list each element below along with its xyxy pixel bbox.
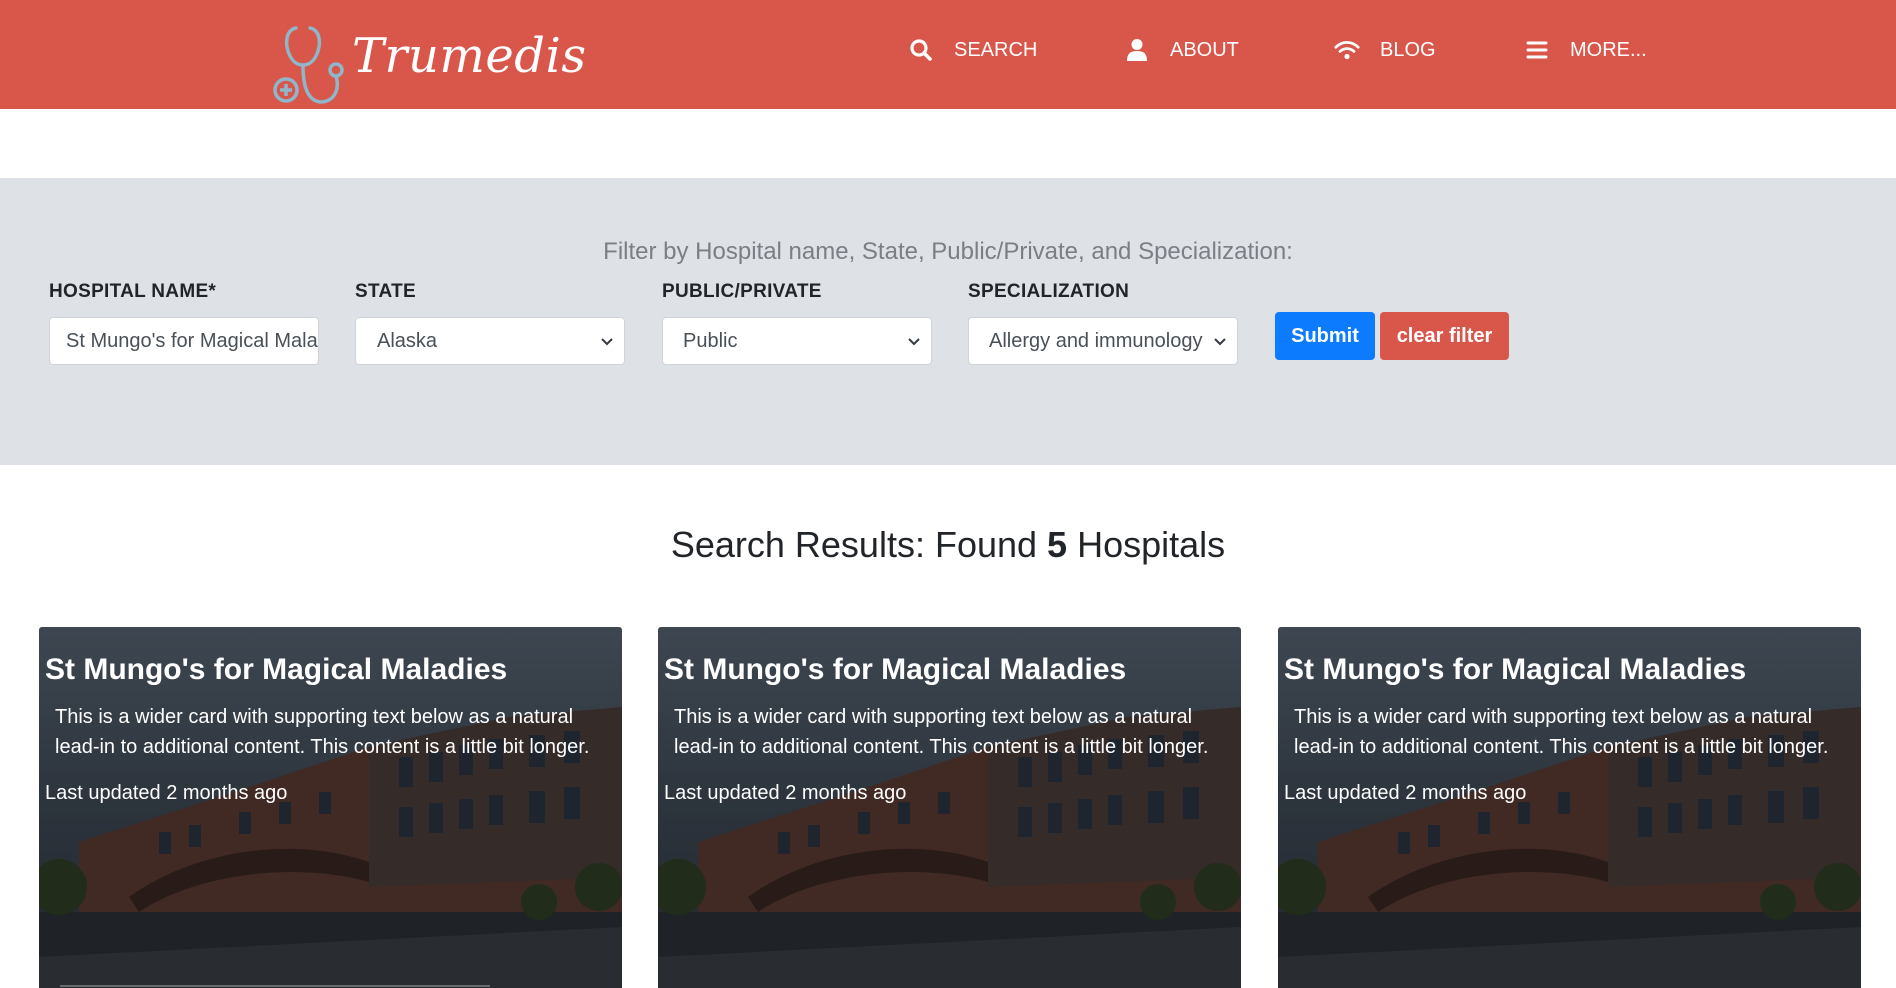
specialization-label: SPECIALIZATION: [968, 281, 1130, 302]
public-private-select[interactable]: Public: [662, 317, 932, 365]
menu-icon: [1524, 37, 1550, 63]
nav-blog-label: BLOG: [1380, 38, 1436, 61]
nav-about-label: ABOUT: [1170, 38, 1239, 61]
nav-more-label: MORE...: [1570, 38, 1647, 61]
specialization-value: Allergy and immunology: [989, 330, 1203, 352]
nav-blog[interactable]: BLOG: [1334, 33, 1436, 67]
submit-button[interactable]: Submit: [1275, 312, 1375, 360]
user-icon: [1124, 37, 1150, 63]
card-updated: Last updated 2 months ago: [664, 782, 907, 804]
filter-title: Filter by Hospital name, State, Public/P…: [603, 238, 1293, 265]
card-title[interactable]: St Mungo's for Magical Maladies: [664, 653, 1126, 687]
clear-filter-button[interactable]: clear filter: [1380, 312, 1509, 360]
results-count: 5: [1047, 524, 1068, 565]
hospital-card[interactable]: St Mungo's for Magical Maladies This is …: [39, 627, 622, 988]
card-text: This is a wider card with supporting tex…: [674, 706, 1209, 758]
results-suffix: Hospitals: [1077, 524, 1226, 565]
chevron-down-icon: [908, 338, 920, 346]
state-label: STATE: [355, 281, 416, 302]
card-title[interactable]: St Mungo's for Magical Maladies: [1284, 653, 1746, 687]
hospital-name-value: St Mungo's for Magical Maladies: [66, 330, 318, 352]
card-title[interactable]: St Mungo's for Magical Maladies: [45, 653, 507, 687]
hospital-card[interactable]: St Mungo's for Magical Maladies This is …: [658, 627, 1241, 988]
navbar: Trumedis SEARCH ABOUT BLOG MORE...: [0, 0, 1896, 109]
card-text: This is a wider card with supporting tex…: [55, 706, 590, 758]
state-value: Alaska: [377, 330, 438, 352]
card-updated: Last updated 2 months ago: [1284, 782, 1527, 804]
card-updated: Last updated 2 months ago: [45, 782, 288, 804]
nav-about[interactable]: ABOUT: [1124, 33, 1239, 67]
card-text: This is a wider card with supporting tex…: [1294, 706, 1829, 758]
brand-logo[interactable]: Trumedis: [272, 22, 586, 106]
results-heading: Search Results: Found 5 Hospitals: [0, 524, 1896, 566]
results-prefix: Search Results: Found: [670, 524, 1038, 565]
nav-search[interactable]: SEARCH: [908, 33, 1037, 67]
public-private-value: Public: [683, 330, 738, 352]
stethoscope-icon: [273, 26, 344, 104]
state-select[interactable]: Alaska: [355, 317, 625, 365]
nav-more[interactable]: MORE...: [1524, 33, 1647, 67]
scroll-indicator: [60, 985, 490, 987]
hospital-name-label: HOSPITAL NAME*: [49, 281, 217, 302]
hospital-card[interactable]: St Mungo's for Magical Maladies This is …: [1278, 627, 1861, 988]
chevron-down-icon: [601, 338, 613, 346]
brand-name: Trumedis: [352, 28, 587, 84]
wifi-icon: [1334, 37, 1360, 63]
hospital-name-input[interactable]: St Mungo's for Magical Maladies: [49, 317, 319, 365]
nav-search-label: SEARCH: [954, 38, 1038, 61]
chevron-down-icon: [1214, 338, 1226, 346]
search-icon: [908, 37, 934, 63]
public-private-label: PUBLIC/PRIVATE: [662, 281, 822, 302]
specialization-select[interactable]: Allergy and immunology: [968, 317, 1238, 365]
